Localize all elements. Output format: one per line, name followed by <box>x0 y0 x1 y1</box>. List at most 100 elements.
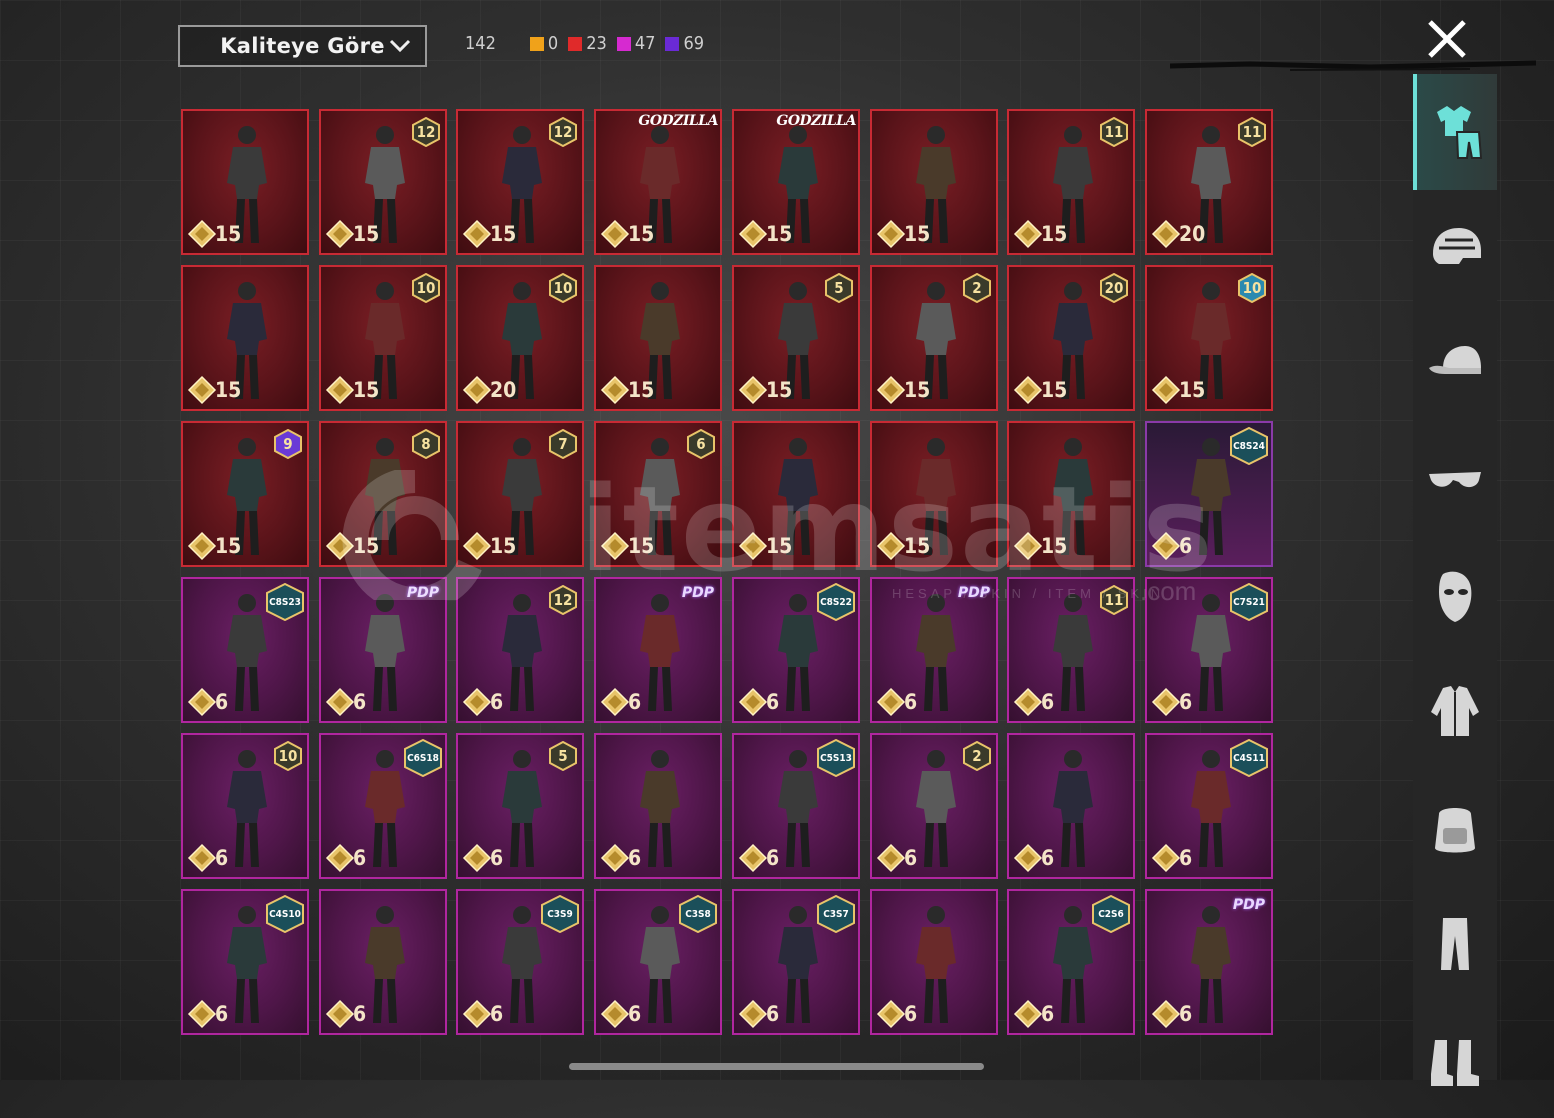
outfit-card[interactable]: 6 10 <box>181 733 309 879</box>
outfit-card[interactable]: 15 11 <box>1007 109 1135 255</box>
outfit-card[interactable]: 15 <box>594 265 722 411</box>
close-icon[interactable] <box>1424 16 1470 62</box>
diamond-points-icon <box>462 219 492 249</box>
level-badge: 5 <box>548 741 578 771</box>
sidebar-item-cap[interactable] <box>1413 306 1497 422</box>
points-value: 15 <box>215 222 242 246</box>
outfit-card[interactable]: 15 <box>181 109 309 255</box>
outfit-card[interactable]: 15 <box>870 421 998 567</box>
outfit-card[interactable]: 15 20 <box>1007 265 1135 411</box>
points-badge: 15 <box>325 375 379 405</box>
outfit-card[interactable]: 6 PDP <box>319 577 447 723</box>
outfit-card[interactable]: 15 9 <box>181 421 309 567</box>
outfit-card[interactable]: 15 2 <box>870 265 998 411</box>
outfit-card[interactable]: 15 12 <box>319 109 447 255</box>
outfit-card[interactable]: 15 <box>732 421 860 567</box>
points-value: 6 <box>628 846 642 870</box>
outfit-card[interactable]: 15 GODZILLA <box>594 109 722 255</box>
points-value: 6 <box>353 846 367 870</box>
points-value: 15 <box>1041 534 1068 558</box>
points-value: 15 <box>215 534 242 558</box>
season-badge: C8S23 <box>265 583 305 621</box>
backpack-icon <box>1435 808 1475 853</box>
outfit-card[interactable]: 6 C8S24 <box>1145 421 1273 567</box>
outfit-card[interactable]: 15 7 <box>456 421 584 567</box>
outfit-card[interactable]: 6 C3S8 <box>594 889 722 1035</box>
level-badge: 10 <box>411 273 441 303</box>
outfit-card[interactable]: 6 PDP <box>1145 889 1273 1035</box>
outfit-card[interactable]: 6 PDP <box>870 577 998 723</box>
points-value: 15 <box>766 534 793 558</box>
points-value: 6 <box>1041 690 1055 714</box>
outfit-card[interactable]: 15 5 <box>732 265 860 411</box>
outfit-card[interactable]: 6 C7S21 <box>1145 577 1273 723</box>
sidebar-item-glasses[interactable] <box>1413 422 1497 538</box>
points-badge: 6 <box>462 843 503 873</box>
diamond-points-icon <box>325 843 355 873</box>
outfit-card[interactable]: 6 <box>594 733 722 879</box>
swatch-red <box>568 36 583 51</box>
outfit-card[interactable]: 6 <box>319 889 447 1035</box>
points-badge: 6 <box>876 999 917 1029</box>
diamond-points-icon <box>325 531 355 561</box>
level-badge: 9 <box>273 429 303 459</box>
points-value: 6 <box>1041 1002 1055 1026</box>
points-value: 6 <box>1179 846 1193 870</box>
sidebar-item-mask[interactable] <box>1413 538 1497 654</box>
sidebar-item-backpack[interactable] <box>1413 770 1497 886</box>
outfit-card[interactable]: 15 <box>181 265 309 411</box>
diamond-points-icon <box>600 687 630 717</box>
season-badge: C8S24 <box>1229 427 1269 465</box>
sidebar-item-outfit[interactable] <box>1413 74 1497 190</box>
outfit-card[interactable]: 15 <box>1007 421 1135 567</box>
sort-dropdown[interactable]: Kaliteye Göre <box>178 25 427 67</box>
outfit-card[interactable]: 6 C8S22 <box>732 577 860 723</box>
diamond-points-icon <box>876 687 906 717</box>
outfit-card[interactable]: 6 C3S7 <box>732 889 860 1035</box>
outfit-card[interactable]: 6 C4S11 <box>1145 733 1273 879</box>
points-badge: 15 <box>738 219 792 249</box>
points-value: 15 <box>353 222 380 246</box>
outfit-card[interactable]: 6 C3S9 <box>456 889 584 1035</box>
level-badge: 11 <box>1099 585 1129 615</box>
level-badge: 8 <box>411 429 441 459</box>
points-value: 6 <box>628 1002 642 1026</box>
outfit-card[interactable]: 15 10 <box>319 265 447 411</box>
outfit-card[interactable]: 6 <box>1007 733 1135 879</box>
outfit-card[interactable]: 65 <box>456 733 584 879</box>
pdp-logo: PDP <box>957 585 990 601</box>
outfit-card[interactable]: 6 C6S18 <box>319 733 447 879</box>
sidebar-item-jacket[interactable] <box>1413 654 1497 770</box>
outfit-card[interactable]: 15 8 <box>319 421 447 567</box>
diamond-points-icon <box>738 687 768 717</box>
diamond-points-icon <box>325 999 355 1029</box>
points-value: 6 <box>353 690 367 714</box>
outfit-card[interactable]: 15 10 <box>1145 265 1273 411</box>
outfit-card[interactable]: 6 <box>870 889 998 1035</box>
points-badge: 15 <box>462 531 516 561</box>
outfit-card[interactable]: 6 C8S23 <box>181 577 309 723</box>
outfit-card[interactable]: 15 GODZILLA <box>732 109 860 255</box>
outfit-card[interactable]: 15 <box>870 109 998 255</box>
outfit-card[interactable]: 6 PDP <box>594 577 722 723</box>
outfit-card[interactable]: 15 12 <box>456 109 584 255</box>
sidebar-item-boots[interactable] <box>1413 1002 1497 1118</box>
diamond-points-icon <box>1013 999 1043 1029</box>
outfit-card[interactable]: 6 C5S13 <box>732 733 860 879</box>
outfit-card[interactable]: 62 <box>870 733 998 879</box>
points-badge: 6 <box>187 687 228 717</box>
outfit-card[interactable]: 6 C4S10 <box>181 889 309 1035</box>
diamond-points-icon <box>600 375 630 405</box>
outfit-card[interactable]: 6 12 <box>456 577 584 723</box>
outfit-card[interactable]: 6 11 <box>1007 577 1135 723</box>
cap-icon <box>1429 346 1481 374</box>
outfit-card[interactable]: 20 11 <box>1145 109 1273 255</box>
sidebar-item-pants[interactable] <box>1413 886 1497 1002</box>
outfit-card[interactable]: 6 C2S6 <box>1007 889 1135 1035</box>
points-value: 6 <box>766 846 780 870</box>
season-badge: C3S8 <box>678 895 718 933</box>
outfit-card[interactable]: 20 10 <box>456 265 584 411</box>
points-badge: 6 <box>738 687 779 717</box>
outfit-card[interactable]: 15 6 <box>594 421 722 567</box>
sidebar-item-helmet[interactable] <box>1413 190 1497 306</box>
